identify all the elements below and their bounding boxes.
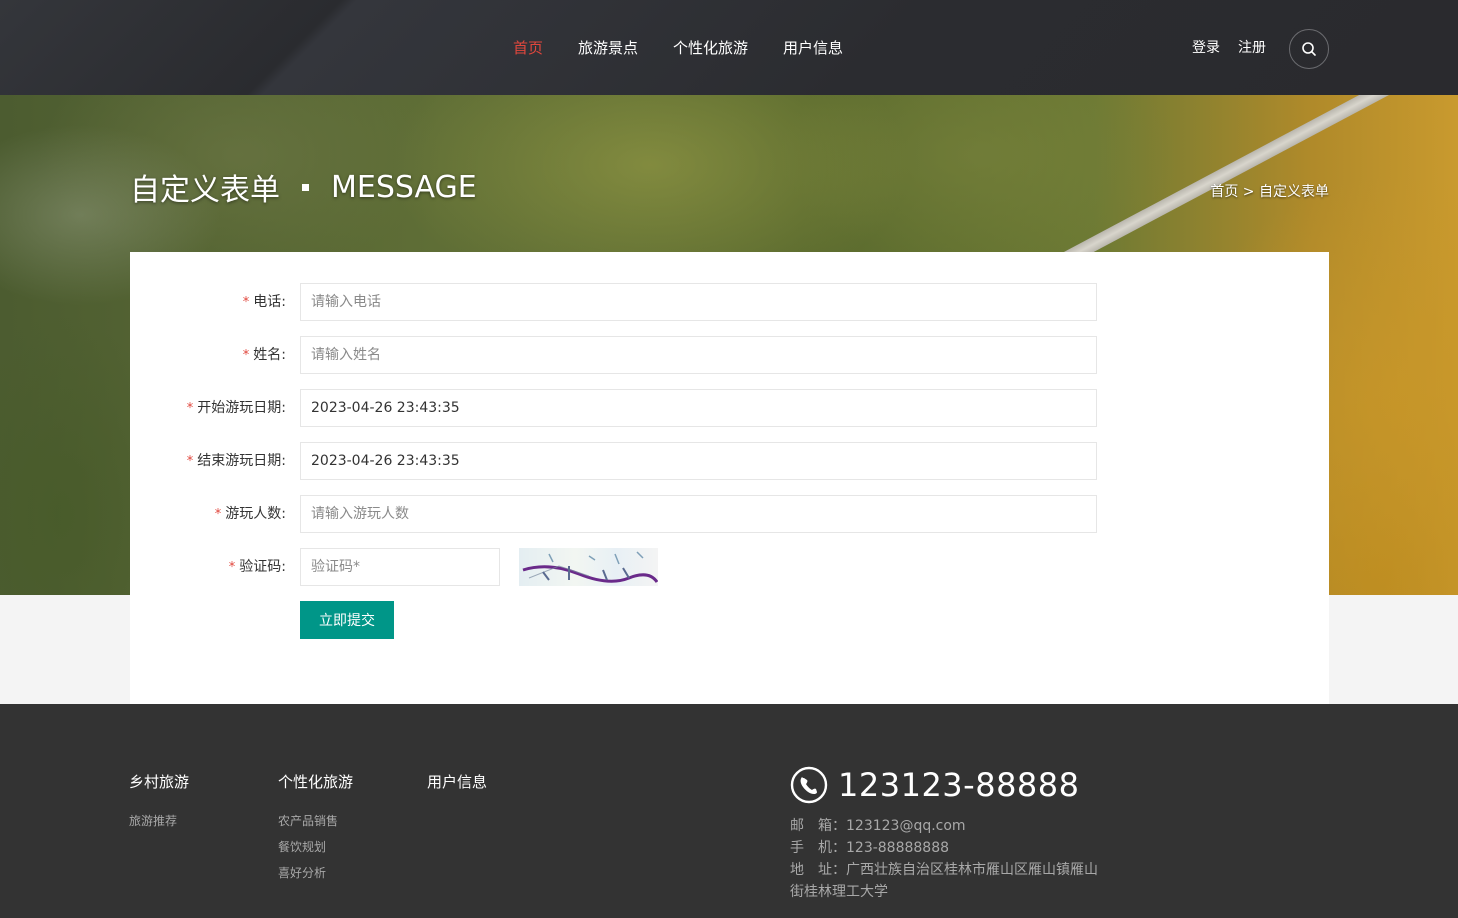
footer-email: 邮 箱：123123@qq.com [790,818,966,834]
page-title-en: MESSAGE [331,169,477,205]
footer-column-title[interactable]: 乡村旅游 [129,772,189,792]
submit-button[interactable]: 立即提交 [300,601,394,639]
search-icon [1302,42,1316,56]
footer-mobile: 手 机：123-88888888 [790,840,950,856]
form-row-captcha: * 验证码: [130,548,1329,586]
footer-column-title[interactable]: 个性化旅游 [278,772,353,792]
auth-links: 登录 注册 [1192,38,1284,58]
page-title-cn: 自定义表单 [130,173,280,208]
form-card: *电话: *姓名: *开始游玩日期: *结束游玩日期: *游玩人数: *验证码:… [130,252,1329,704]
start-date-input[interactable] [300,389,1097,427]
phone-label: * 电话: [242,294,286,310]
phone-input[interactable] [300,283,1097,321]
footer-column-rural-travel: 乡村旅游 旅游推荐 [129,772,189,834]
required-mark: * [242,348,250,363]
footer-contact-info: 邮 箱：123123@qq.com 手 机：123-88888888 地 址：广… [790,815,1110,903]
nav-item-personalized-travel[interactable]: 个性化旅游 [673,38,748,58]
breadcrumb[interactable]: 首页 > 自定义表单 [1210,181,1329,201]
footer-address: 地 址：广西壮族自治区桂林市雁山区雁山镇雁山街桂林理工大学 [790,862,1098,900]
footer-column-user-info: 用户信息 [427,772,487,808]
name-label: * 姓名: [242,347,286,363]
footer-link[interactable]: 喜好分析 [278,860,353,886]
form-row-name: * 姓名: [130,336,1329,374]
form-row-visitor-count: * 游玩人数: [130,495,1329,533]
required-mark: * [242,295,250,310]
form-row-phone: * 电话: [130,283,1329,321]
visitor-count-input[interactable] [300,495,1097,533]
title-separator [302,183,309,191]
nav-item-user-info[interactable]: 用户信息 [783,38,843,58]
top-header: 首页 旅游景点 个性化旅游 用户信息 登录 注册 [0,0,1458,95]
footer-phone-number: 123123-88888 [838,766,1080,804]
footer-link[interactable]: 农产品销售 [278,808,353,834]
start-date-label: * 开始游玩日期: [186,400,286,416]
footer-link[interactable]: 旅游推荐 [129,808,189,834]
nav-item-home[interactable]: 首页 [513,38,543,58]
nav-item-attractions[interactable]: 旅游景点 [578,38,638,58]
page-title: 自定义表单 MESSAGE [130,165,477,209]
required-mark: * [186,401,194,416]
footer-phone: 123123-88888 [790,766,1080,804]
register-link[interactable]: 注册 [1238,38,1266,58]
main-nav: 首页 旅游景点 个性化旅游 用户信息 [513,38,878,58]
end-date-input[interactable] [300,442,1097,480]
captcha-image[interactable] [519,548,658,586]
name-input[interactable] [300,336,1097,374]
end-date-label: * 结束游玩日期: [186,453,286,469]
login-link[interactable]: 登录 [1192,38,1220,58]
required-mark: * [214,507,222,522]
form-row-start-date: * 开始游玩日期: [130,389,1329,427]
visitor-count-label: * 游玩人数: [214,506,286,522]
page-footer: 乡村旅游 旅游推荐 个性化旅游 农产品销售 餐饮规划 喜好分析 用户信息 123… [0,704,1458,918]
captcha-label: * 验证码: [228,559,286,575]
required-mark: * [228,560,236,575]
required-mark: * [186,454,194,469]
captcha-input[interactable] [300,548,500,586]
footer-column-title[interactable]: 用户信息 [427,772,487,792]
form-row-end-date: * 结束游玩日期: [130,442,1329,480]
captcha-noise-graphic [522,551,658,583]
search-button[interactable] [1289,29,1329,69]
footer-link[interactable]: 餐饮规划 [278,834,353,860]
footer-column-personalized-travel: 个性化旅游 农产品销售 餐饮规划 喜好分析 [278,772,353,886]
phone-icon [790,766,828,804]
